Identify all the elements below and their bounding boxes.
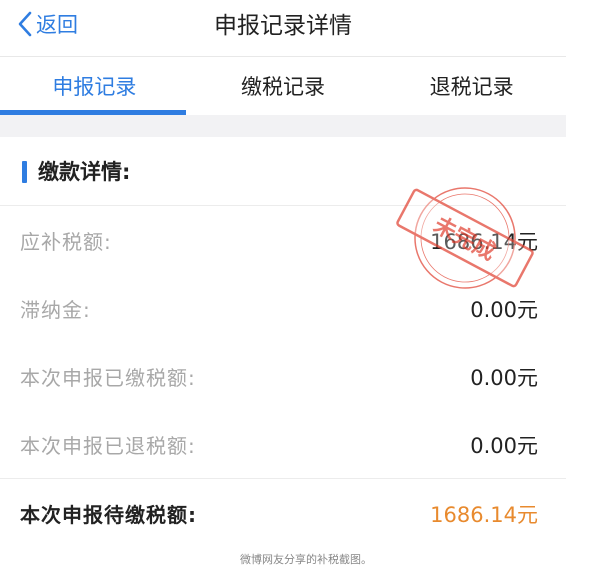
section-title: 缴款详情: [38,160,131,184]
tab-refund-records[interactable]: 退税记录 [377,57,566,115]
tab-payment-records[interactable]: 缴税记录 [189,57,378,115]
image-caption: 微博网友分享的补税截图。 [240,553,372,566]
row-label: 本次申报已退税额: [20,434,196,458]
list-item: 滞纳金: 0.00元 [0,274,566,342]
tab-declaration-records[interactable]: 申报记录 [0,57,189,115]
list-item: 本次申报已退税额: 0.00元 [0,410,566,478]
detail-list: 应补税额: 1686.14元 滞纳金: 0.00元 本次申报已缴税额: 0.00… [0,206,566,478]
row-value: 0.00元 [470,434,538,458]
tab-bar: 申报记录 缴税记录 退税记录 [0,57,566,115]
section-header: 缴款详情: [0,137,566,205]
app-screen: 返回 申报记录详情 申报记录 缴税记录 退税记录 缴款详情: 应补税额: 168… [0,0,566,540]
row-value: 0.00元 [470,366,538,390]
nav-bar: 返回 申报记录详情 [0,0,566,50]
total-amount: 1686.14元 [430,503,538,527]
row-label: 应补税额: [20,230,112,254]
row-label: 滞纳金: [20,298,91,322]
list-item: 应补税额: 1686.14元 [0,206,566,274]
row-value: 1686.14元 [430,230,538,254]
list-item: 本次申报已缴税额: 0.00元 [0,342,566,410]
total-row: 本次申报待缴税额: 1686.14元 [0,479,566,541]
section-spacer [0,115,566,137]
row-label: 本次申报已缴税额: [20,366,196,390]
total-label: 本次申报待缴税额: [20,503,197,527]
section-marker [22,161,27,183]
page-title: 申报记录详情 [214,13,352,39]
row-value: 0.00元 [470,298,538,322]
